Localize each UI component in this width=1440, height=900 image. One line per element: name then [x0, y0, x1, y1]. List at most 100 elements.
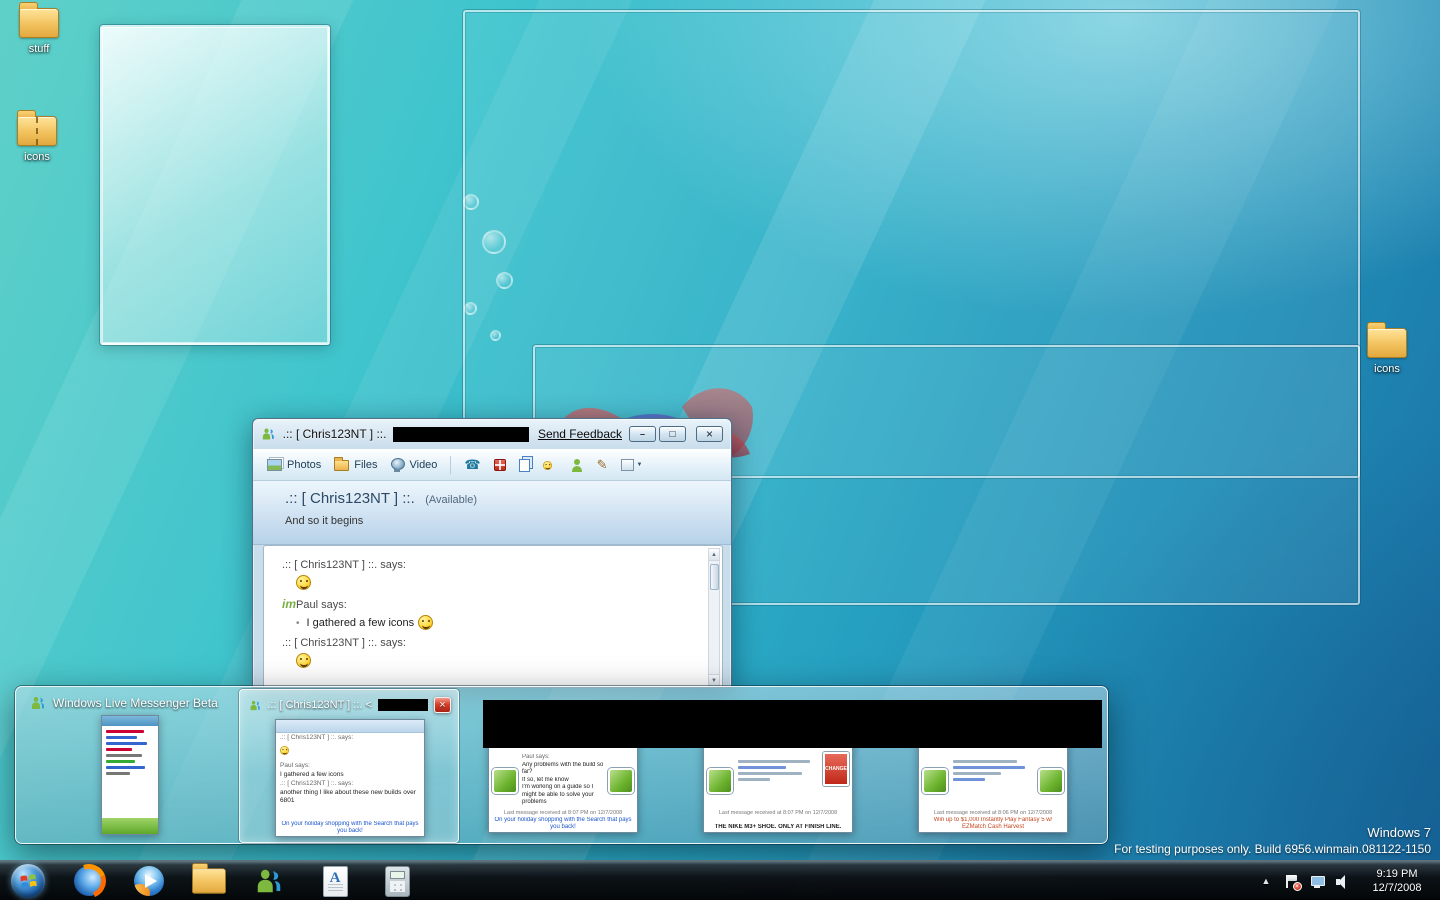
emoticons-button[interactable] — [543, 458, 558, 473]
photos-icon — [267, 459, 282, 471]
zip-folder-icon — [17, 116, 57, 146]
mini-ad-banner — [102, 818, 158, 834]
last-message-meta: Last message received at 8:07 PM on 12/7… — [492, 810, 634, 816]
error-badge-icon — [1293, 882, 1302, 891]
desktop-icon-label: stuff — [29, 43, 50, 55]
send-feedback-link[interactable]: Send Feedback — [538, 427, 622, 441]
scroll-up-arrow[interactable]: ▲ — [709, 549, 719, 561]
contact-list-mini — [101, 715, 159, 835]
folder-icon — [19, 8, 59, 38]
files-icon — [334, 460, 349, 471]
video-button[interactable]: Video — [390, 458, 437, 472]
activities-button[interactable] — [519, 459, 530, 472]
smiley-emoticon — [296, 653, 311, 668]
chevron-up-icon: ▲ — [1262, 876, 1271, 886]
taskbar-button-calculator[interactable] — [374, 861, 420, 900]
im-logo: im — [282, 597, 296, 611]
mini-chat-lines — [953, 760, 1033, 781]
firefox-icon — [74, 866, 104, 896]
taskbar-button-media-player[interactable] — [126, 861, 172, 900]
messenger-icon — [249, 699, 261, 712]
desktop-icon-icons-right[interactable]: icons — [1350, 328, 1424, 375]
speaker-icon — [1336, 874, 1351, 889]
desktop-icon-label: icons — [24, 151, 50, 163]
mini-chat-line: Paul says: — [276, 761, 424, 770]
more-options-button[interactable] — [621, 459, 643, 471]
messenger-icon — [30, 695, 46, 711]
desktop-icon-stuff[interactable]: stuff — [2, 8, 76, 55]
photos-label: Photos — [287, 459, 321, 471]
invite-button[interactable] — [571, 459, 584, 472]
chat-scrollbar[interactable]: ▲ ▼ — [708, 548, 720, 687]
files-label: Files — [354, 459, 377, 471]
folder-icon — [1367, 328, 1407, 358]
smiley-emoticon — [296, 575, 311, 590]
tray-show-hidden-icons[interactable]: ▲ — [1256, 861, 1276, 900]
message-bullet — [296, 617, 303, 629]
video-label: Video — [409, 459, 437, 471]
add-person-icon — [571, 459, 584, 472]
photos-button[interactable]: Photos — [267, 459, 321, 471]
windows-flag-icon — [20, 873, 37, 889]
titlebar[interactable]: .:: [ Chris123NT ] ::. Send Feedback — [253, 419, 731, 449]
last-message-meta: Last message received at 8:06 PM on 12/7… — [922, 810, 1064, 816]
mini-chat-line: .:: [ Chris123NT ] ::. says: — [276, 779, 424, 788]
contact-status: (Available) — [425, 494, 477, 506]
start-button[interactable] — [6, 861, 50, 900]
close-preview-button[interactable] — [434, 697, 451, 713]
mini-chat-line: .:: [ Chris123NT ] ::. says: — [276, 733, 424, 742]
tray-network[interactable] — [1306, 861, 1328, 900]
smiley-emoticon — [280, 746, 289, 755]
folder-icon — [192, 868, 226, 894]
messenger-icon — [254, 866, 284, 896]
taskbar-button-firefox[interactable] — [66, 861, 112, 900]
mini-contact-rows — [102, 726, 158, 779]
flyout-header: Windows Live Messenger Beta — [30, 695, 218, 711]
preview-thumbnail-contact-list[interactable] — [101, 715, 159, 835]
taskbar-button-explorer[interactable] — [186, 861, 232, 900]
windows-orb-icon — [11, 864, 45, 898]
tray-volume[interactable] — [1332, 861, 1354, 900]
tray-action-center[interactable] — [1280, 861, 1302, 900]
minimize-button[interactable] — [629, 426, 656, 442]
files-button[interactable]: Files — [334, 459, 377, 471]
scrollbar-thumb[interactable] — [710, 564, 719, 590]
mini-titlebar — [102, 716, 158, 726]
toolbar-separator — [450, 456, 451, 474]
sender-name: Paul says: — [296, 599, 347, 611]
empty-glass-window-small[interactable] — [100, 25, 330, 345]
taskbar-button-messenger[interactable] — [246, 861, 292, 900]
taskbar-button-wordpad[interactable] — [312, 861, 358, 900]
handwriting-button[interactable] — [597, 457, 608, 473]
redacted-text — [378, 699, 428, 711]
redacted-area — [483, 700, 1102, 748]
games-button[interactable] — [494, 459, 506, 471]
mini-titlebar — [276, 720, 424, 733]
display-picture — [707, 768, 733, 794]
desktop-icon-icons-zip[interactable]: icons — [0, 116, 74, 163]
redacted-email — [393, 427, 528, 442]
activities-icon — [519, 459, 530, 472]
mini-chat-line: another thing I like about these new bui… — [276, 788, 424, 805]
flyout-app-title: Windows Live Messenger Beta — [53, 696, 218, 710]
message-sender: imPaul says: — [282, 597, 700, 611]
build-string-text: For testing purposes only. Build 6956.wi… — [1114, 842, 1431, 856]
calculator-icon — [385, 866, 410, 897]
maximize-button[interactable] — [659, 426, 686, 442]
emoticon-icon — [543, 461, 552, 470]
display-picture — [1038, 768, 1064, 794]
messenger-conversation-window[interactable]: .:: [ Chris123NT ] ::. Send Feedback Pho… — [252, 418, 732, 688]
games-icon — [494, 459, 506, 471]
preview-thumbnail-active[interactable]: .:: [ Chris123NT ] ::. < .:: [ Chris123N… — [239, 689, 459, 843]
clock-date: 12/7/2008 — [1373, 881, 1422, 895]
display-picture — [492, 768, 518, 794]
close-button[interactable] — [696, 426, 723, 442]
scroll-down-arrow[interactable]: ▼ — [709, 674, 719, 686]
windows-brand-text: Windows 7 — [1114, 825, 1431, 840]
call-button[interactable] — [464, 457, 480, 473]
document-icon — [323, 866, 348, 897]
mini-ad-caption: THE NIKE M3+ SHOE. ONLY AT FINISH LINE. — [707, 824, 849, 831]
chat-history[interactable]: .:: [ Chris123NT ] ::. says: imPaul says… — [263, 545, 723, 687]
media-player-icon — [134, 866, 164, 896]
taskbar-clock[interactable]: 9:19 PM 12/7/2008 — [1358, 861, 1436, 900]
